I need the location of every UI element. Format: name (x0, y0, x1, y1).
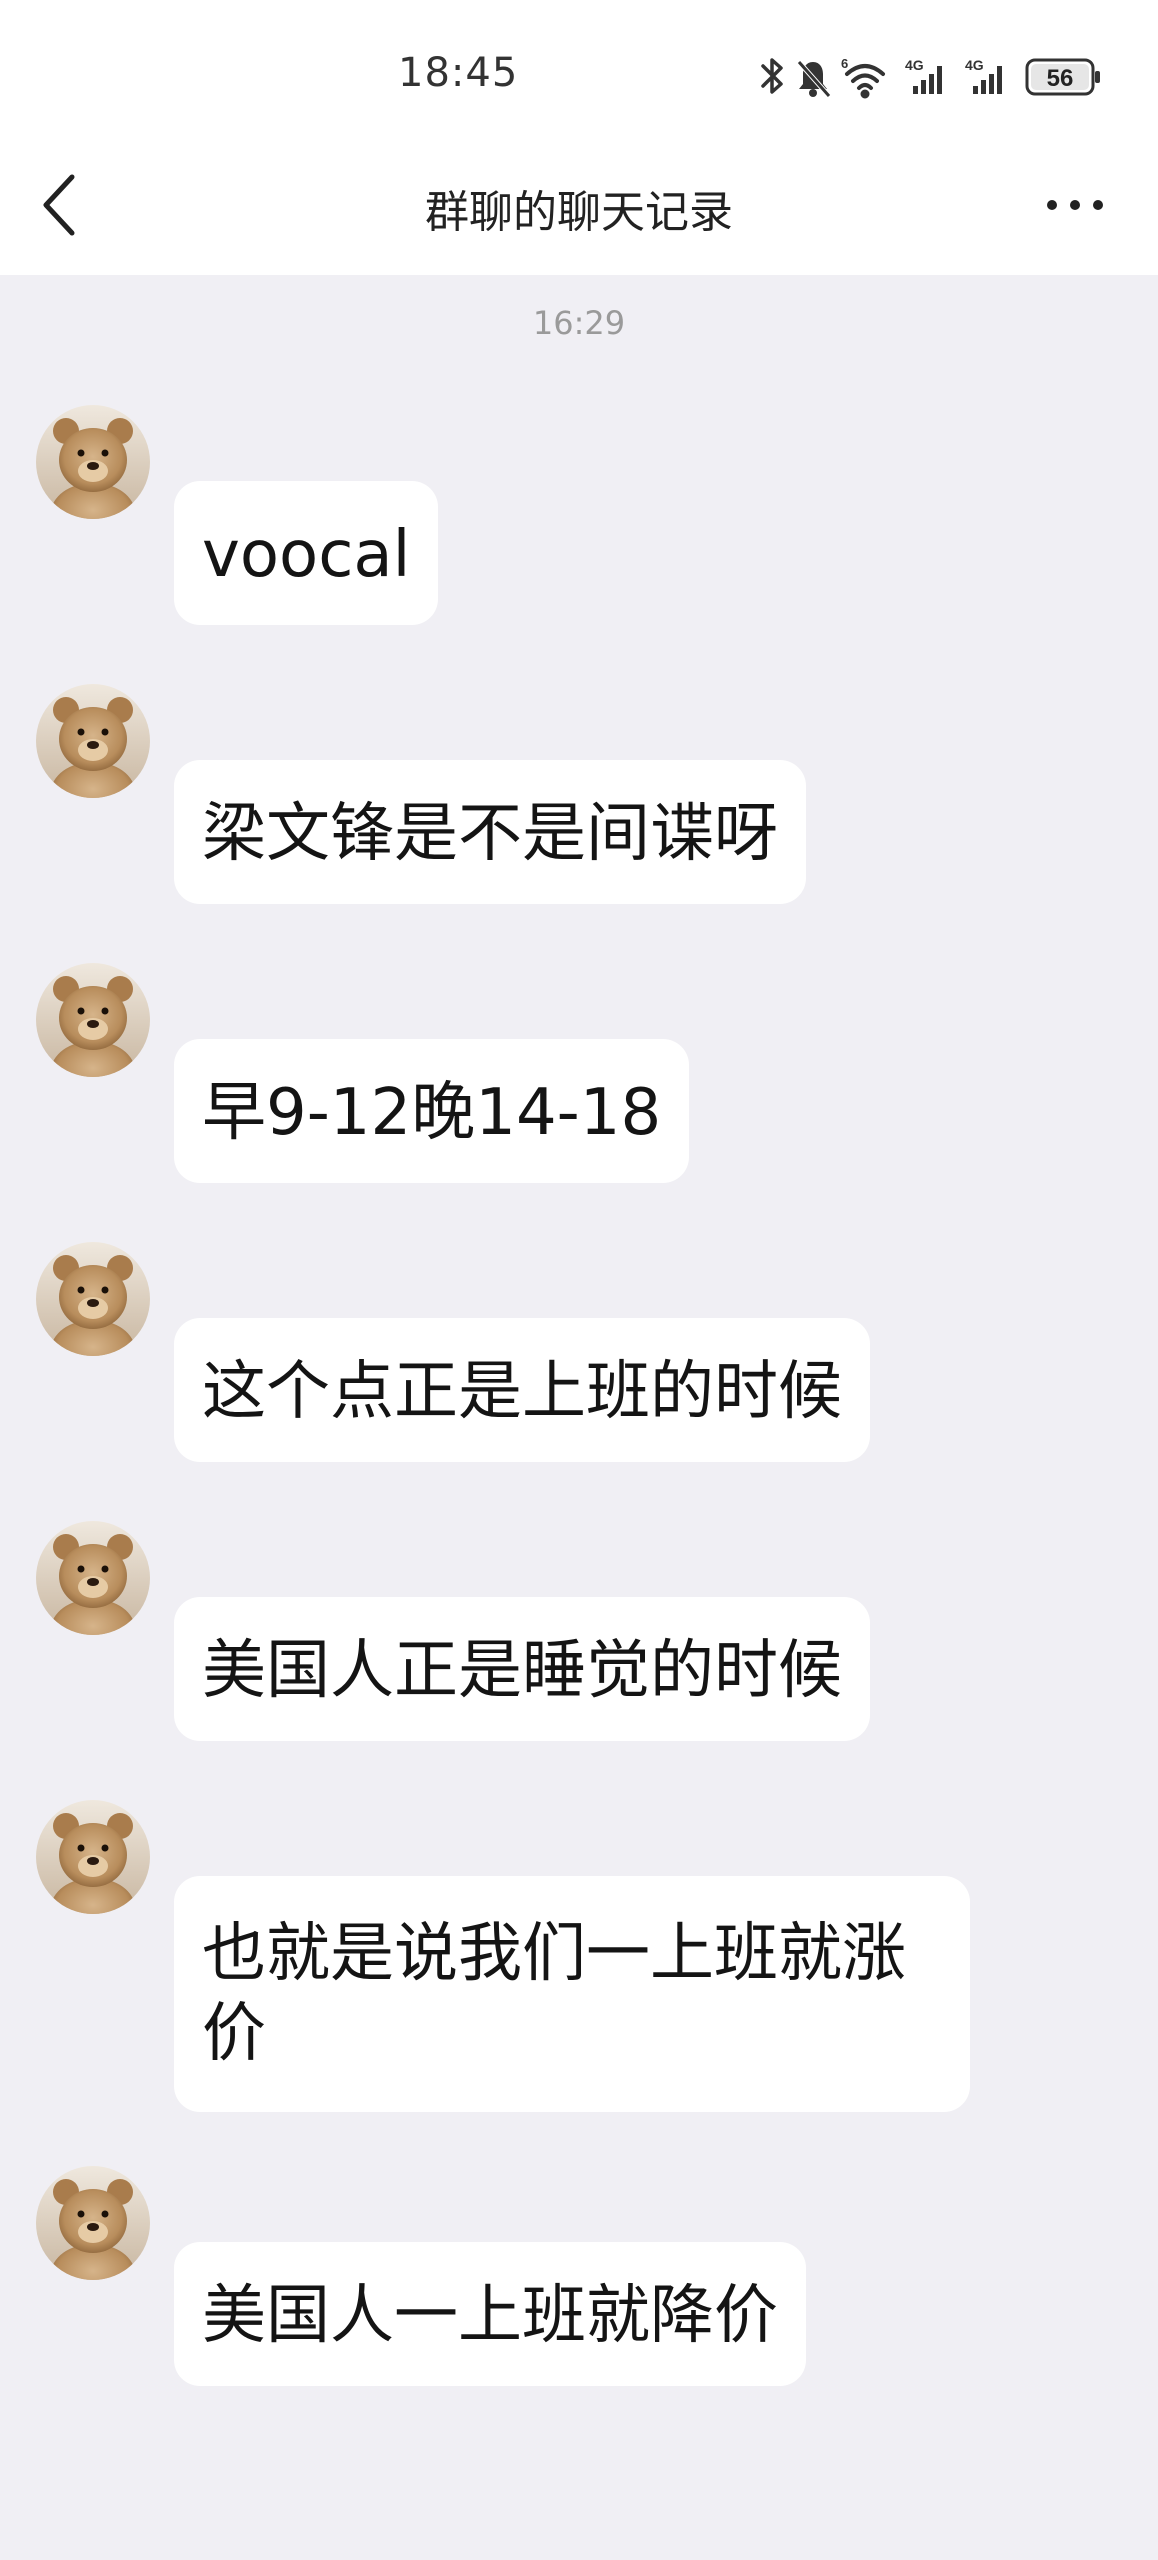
status-icons: 6 4G 4G 56 (761, 56, 1100, 99)
avatar[interactable] (36, 1800, 150, 1914)
battery-icon: 56 (1025, 58, 1100, 96)
network-label-4g-1: 4G (905, 57, 924, 73)
message-bubble[interactable]: 早9-12晚14-18 (174, 1039, 690, 1183)
message-bubble[interactable]: 梁文锋是不是间谍呀 (174, 760, 806, 904)
message-bubble[interactable]: 也就是说我们一上班就涨价 (174, 1876, 970, 2112)
battery-level: 56 (1047, 65, 1074, 92)
message-bubble[interactable]: 这个点正是上班的时候 (174, 1318, 870, 1462)
avatar[interactable] (36, 963, 150, 1077)
wifi-icon (845, 64, 885, 99)
network-label-4g-2: 4G (965, 57, 984, 73)
avatar[interactable] (36, 1242, 150, 1356)
message-bubble[interactable]: 美国人正是睡觉的时候 (174, 1597, 870, 1741)
page-title: 群聊的聊天记录 (425, 187, 733, 238)
avatar[interactable] (36, 405, 150, 519)
avatar[interactable] (36, 684, 150, 798)
message-bubble[interactable]: 美国人一上班就降价 (174, 2242, 806, 2386)
bluetooth-icon (761, 58, 783, 94)
mute-icon (797, 60, 831, 98)
network-label-6: 6 (841, 56, 848, 71)
avatar[interactable] (36, 1521, 150, 1635)
avatar[interactable] (36, 2166, 150, 2280)
more-icon (1047, 200, 1103, 210)
time-divider: 16:29 (532, 304, 626, 342)
message-bubble[interactable]: voocal (174, 481, 439, 625)
more-button[interactable] (1040, 180, 1110, 230)
status-time: 18:45 (398, 50, 519, 96)
top-bar: 18:45 6 4G 4G 56 群聊的聊天记录 (0, 0, 1158, 275)
